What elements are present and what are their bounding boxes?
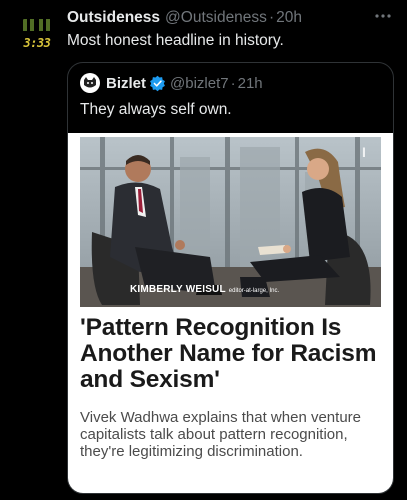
quoted-tweet[interactable]: Bizlet @bizlet7 · 21h They always self o… <box>67 62 394 494</box>
tweet-header: Outsideness @Outsideness · 20h <box>67 9 397 29</box>
caption-name: KIMBERLY WEISUL <box>130 284 226 295</box>
quoted-author-avatar[interactable] <box>80 73 100 93</box>
quoted-timestamp[interactable]: 21h <box>238 75 263 92</box>
article-headline: 'Pattern Recognition Is Another Name for… <box>80 314 377 393</box>
quoted-author-name[interactable]: Bizlet <box>106 75 146 92</box>
more-horizontal-icon[interactable] <box>373 8 393 24</box>
avatar-clock-text: 3:33 <box>23 36 51 50</box>
author-name[interactable]: Outsideness <box>67 9 160 27</box>
article-image[interactable]: I KIMBERLY WEISUL editor-at-large, Inc. '… <box>68 133 393 493</box>
timestamp[interactable]: 20h <box>276 9 302 27</box>
svg-text:I: I <box>362 144 366 160</box>
caption-role: editor-at-large, Inc. <box>228 288 280 294</box>
photo-caption: KIMBERLY WEISUL editor-at-large, Inc. <box>130 279 279 297</box>
article-dek: Vivek Wadhwa explains that when venture … <box>80 409 361 460</box>
quoted-separator: · <box>230 74 236 92</box>
author-avatar[interactable]: 3:33 <box>17 14 57 54</box>
quoted-tweet-text: They always self own. <box>80 101 232 118</box>
author-handle[interactable]: @Outsideness <box>165 9 267 27</box>
tweet[interactable]: 3:33 Outsideness @Outsideness · 20h Most… <box>0 0 407 500</box>
tweet-text: Most honest headline in history. <box>67 32 284 49</box>
quoted-author-handle[interactable]: @bizlet7 <box>170 75 229 92</box>
dog-logo-icon <box>84 77 96 88</box>
verified-badge-icon <box>150 75 165 91</box>
quoted-tweet-header: Bizlet @bizlet7 · 21h <box>80 73 263 93</box>
separator: · <box>268 9 275 26</box>
interview-photo: I KIMBERLY WEISUL editor-at-large, Inc. <box>80 137 381 307</box>
